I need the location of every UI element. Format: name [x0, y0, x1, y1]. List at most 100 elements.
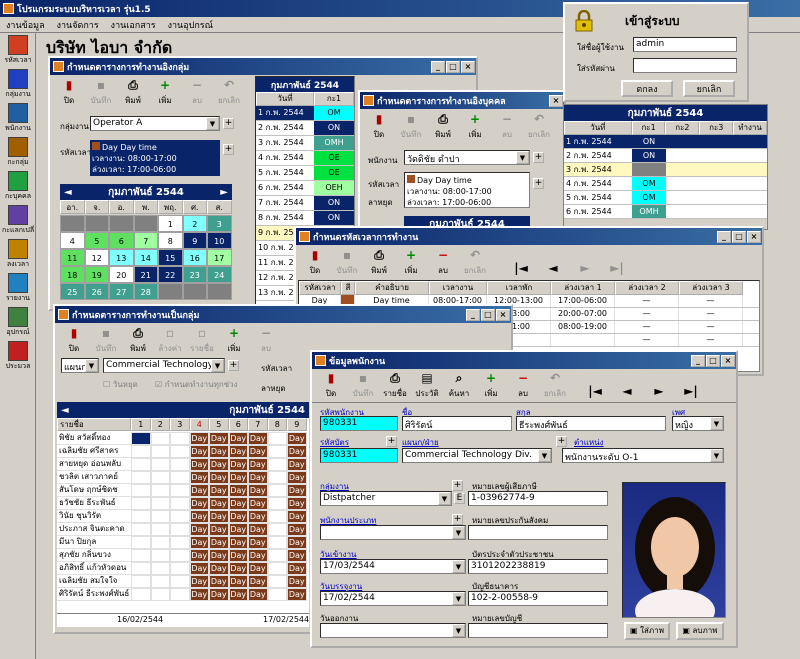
schedule-cell[interactable] [267, 432, 287, 445]
calendar-day[interactable] [182, 283, 207, 300]
shift-detail-row[interactable]: 1 ก.พ. 2544 ON [564, 135, 767, 149]
schedule-cell[interactable]: Day [228, 523, 248, 536]
calendar-day[interactable]: 16 [182, 249, 207, 266]
calendar-day[interactable]: 7 [133, 232, 158, 249]
undo-tool-button[interactable]: ↶ ยกเลิก [524, 112, 554, 141]
employee-name[interactable]: อภิสิทธิ์ แก้วหัวดอน [57, 562, 131, 575]
schedule-cell[interactable]: Day [287, 497, 307, 510]
sex-select[interactable]: หญิง ▼ [672, 416, 724, 431]
citizen-id-field[interactable]: 3101202238819 [468, 559, 608, 574]
schedule-cell[interactable]: Day [248, 575, 268, 588]
calendar-day[interactable]: 11 [60, 249, 85, 266]
sidebar-item-1[interactable]: กลุ่มงาน [2, 69, 34, 102]
schedule-cell[interactable]: Day [209, 432, 229, 445]
schedule-cell[interactable]: Day [189, 523, 209, 536]
schedule-cell[interactable] [170, 575, 190, 588]
close-button[interactable]: × [747, 230, 761, 243]
schedule-cell[interactable]: Day [228, 497, 248, 510]
schedule-cell[interactable] [150, 536, 170, 549]
schedule-cell[interactable]: Day [228, 458, 248, 471]
schedule-cell[interactable] [150, 575, 170, 588]
print-tool-button[interactable]: ⎙ พิมพ์ [364, 248, 394, 277]
employee-name[interactable]: เฉลิมชัย ศรีสาคร [57, 445, 131, 458]
schedule-cell[interactable] [131, 497, 151, 510]
calendar-day[interactable]: 12 [84, 249, 109, 266]
schedule-cell[interactable]: Day [189, 484, 209, 497]
calendar-day[interactable]: 4 [60, 232, 85, 249]
add-tool-button[interactable]: + เพิ่ม [476, 371, 506, 400]
person-code-box[interactable]: Day Day time เวลางาน: 08:00-17:00 ล่วงเวล… [404, 172, 530, 208]
schedule-cell[interactable]: Day [209, 523, 229, 536]
schedule-cell[interactable] [170, 549, 190, 562]
schedule-cell[interactable] [150, 445, 170, 458]
schedule-cell[interactable]: Day [228, 510, 248, 523]
department-select[interactable]: Commercial Technology Div. ▼ [402, 448, 552, 463]
employee-type-select[interactable]: ▼ [320, 525, 466, 540]
schedule-cell[interactable]: Day [248, 588, 268, 601]
calendar-day[interactable]: 28 [133, 283, 158, 300]
schedule-cell[interactable]: Day [209, 549, 229, 562]
print-tool-button[interactable]: ⎙ พิมพ์ [428, 112, 458, 141]
schedule-cell[interactable]: Day [248, 432, 268, 445]
employee-name[interactable]: พิชัย สวัสดิ์ทอง [57, 432, 131, 445]
schedule-cell[interactable] [150, 549, 170, 562]
schedule-cell[interactable] [131, 445, 151, 458]
schedule-cell[interactable] [131, 575, 151, 588]
calendar-day[interactable]: 22 [158, 266, 183, 283]
schedule-cell[interactable] [267, 471, 287, 484]
menu-docs[interactable]: งานเอกสาร [105, 18, 162, 32]
schedule-cell[interactable]: Day [248, 523, 268, 536]
schedule-cell[interactable]: Day [209, 484, 229, 497]
schedule-cell[interactable] [131, 458, 151, 471]
schedule-cell[interactable] [170, 484, 190, 497]
schedule-cell[interactable]: Day [287, 549, 307, 562]
calendar-day[interactable]: 2 [182, 215, 207, 232]
undo-tool-button[interactable]: ↶ ยกเลิก [214, 78, 244, 107]
last-name-field[interactable]: ธีระพงศ์พันธ์ [516, 416, 666, 431]
start-date-select[interactable]: 17/03/2544 ▼ [320, 559, 466, 574]
schedule-cell[interactable]: Day [228, 562, 248, 575]
calendar-day[interactable]: 5 [84, 232, 109, 249]
all-period-checkbox[interactable]: ☑ กำหนดทำงานทุกช่วง [155, 378, 238, 391]
schedule-cell[interactable]: Day [209, 471, 229, 484]
shift-row[interactable]: 3 ก.พ. 2544 OMH [256, 136, 354, 151]
add-photo-button[interactable]: ▣ ใส่ภาพ [624, 622, 670, 640]
employee-name[interactable]: สันโดษ ฤกษ์ชิดช [57, 484, 131, 497]
calendar-day[interactable]: 3 [207, 215, 232, 232]
history-tool-button[interactable]: ▤ ประวัติ [412, 371, 442, 400]
delete-tool-button[interactable]: − ลบ [251, 326, 281, 355]
employee-name[interactable]: สายหยุด อ่อนพลับ [57, 458, 131, 471]
schedule-cell[interactable]: Day [228, 536, 248, 549]
calendar-day[interactable]: 24 [207, 266, 232, 283]
schedule-cell[interactable]: Day [287, 458, 307, 471]
calendar-day[interactable] [158, 283, 183, 300]
prev-record-button[interactable]: ◄ [538, 261, 568, 277]
schedule-cell[interactable] [131, 549, 151, 562]
close-tool-button[interactable]: ▮ ปิด [316, 371, 346, 400]
minimize-button[interactable]: _ [717, 230, 731, 243]
schedule-cell[interactable]: Day [209, 445, 229, 458]
maximize-button[interactable]: □ [706, 354, 720, 367]
minimize-button[interactable]: _ [466, 308, 480, 321]
menu-data[interactable]: งานข้อมูล [0, 18, 51, 32]
schedule-cell[interactable]: Day [189, 458, 209, 471]
shift-row[interactable]: 6 ก.พ. 2544 OEH [256, 181, 354, 196]
schedule-cell[interactable]: Day [248, 484, 268, 497]
maximize-button[interactable]: □ [446, 60, 460, 73]
shift-row[interactable]: 1 ก.พ. 2544 OM [256, 106, 354, 121]
shift-row[interactable]: 7 ก.พ. 2544 ON [256, 196, 354, 211]
schedule-cell[interactable] [150, 458, 170, 471]
sidebar-item-4[interactable]: กะบุคคล [2, 171, 34, 204]
prev-month-icon[interactable]: ◄ [64, 187, 72, 198]
employee-name[interactable]: สุภชัย กลิ่นขวง [57, 549, 131, 562]
schedule-cell[interactable]: Day [287, 484, 307, 497]
schedule-cell[interactable] [131, 588, 151, 601]
schedule-cell[interactable] [170, 562, 190, 575]
sidebar-item-3[interactable]: กะกลุ่ม [2, 137, 34, 170]
employee-name[interactable]: ศิริรัตน์ ธีระพงศ์พันธ์ [57, 588, 131, 601]
group-add-button[interactable]: + [223, 118, 234, 129]
add-tool-button[interactable]: + เพิ่ม [219, 326, 249, 355]
password-input[interactable] [633, 58, 737, 73]
sidebar-item-8[interactable]: อุปกรณ์ [2, 307, 34, 340]
schedule-cell[interactable]: Day [189, 445, 209, 458]
